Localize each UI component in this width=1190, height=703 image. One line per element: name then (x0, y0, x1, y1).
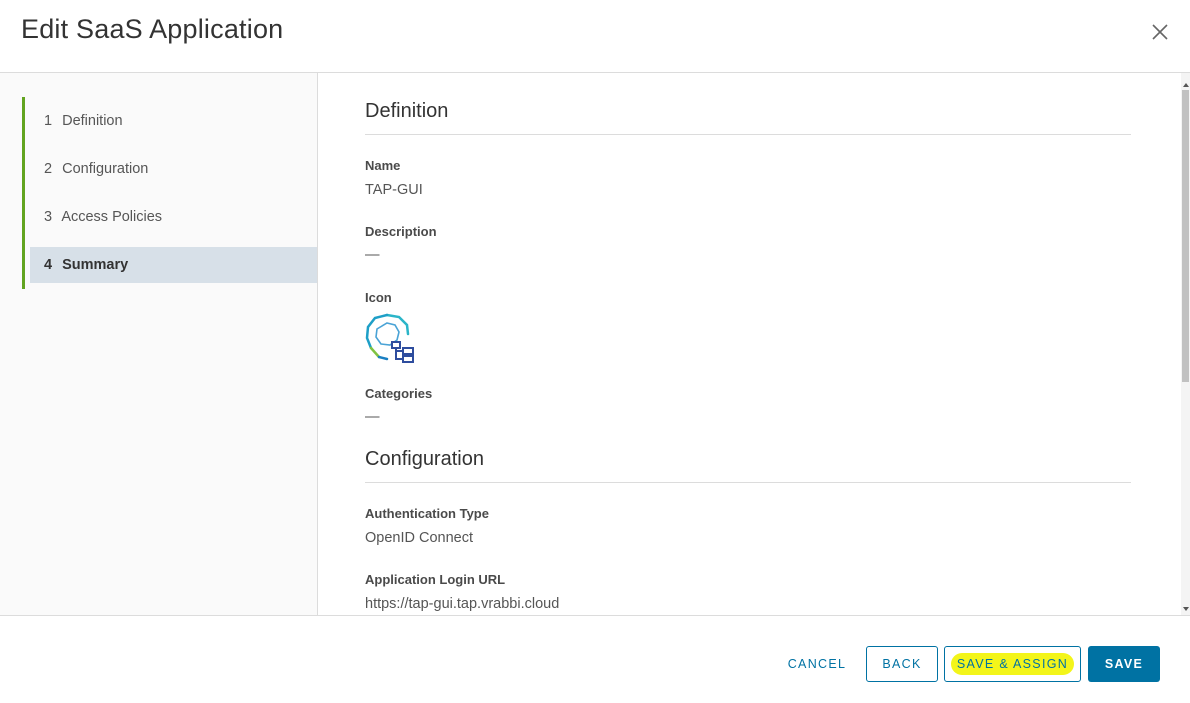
categories-label: Categories (365, 386, 433, 401)
dialog-footer: CANCEL BACK SAVE & ASSIGN SAVE (0, 615, 1190, 703)
auth-type-label: Authentication Type (365, 506, 489, 521)
step-label: Summary (62, 257, 129, 273)
step-access-policies[interactable]: 3 Access Policies (30, 199, 317, 235)
wizard-sidebar: 1 Definition 2 Configuration 3 Access Po… (0, 73, 318, 615)
step-number: 2 (44, 161, 53, 177)
icon-label: Icon (365, 290, 392, 305)
edit-saas-application-dialog: Edit SaaS Application 1 Definition 2 Con… (0, 0, 1190, 703)
step-label: Definition (62, 113, 123, 129)
dialog-title: Edit SaaS Application (21, 14, 284, 44)
scrollbar-thumb[interactable] (1182, 90, 1189, 382)
scroll-up-arrow-icon[interactable] (1182, 76, 1190, 87)
name-label: Name (365, 158, 401, 173)
save-button[interactable]: SAVE (1088, 646, 1160, 682)
categories-value: — (365, 409, 380, 425)
dialog-header: Edit SaaS Application (0, 0, 1190, 73)
description-value: — (365, 247, 380, 263)
section-divider (365, 134, 1131, 135)
section-title-definition: Definition (365, 100, 449, 122)
step-configuration[interactable]: 2 Configuration (30, 151, 317, 187)
step-number: 1 (44, 113, 53, 129)
close-icon[interactable] (1148, 20, 1172, 44)
step-label: Access Policies (61, 209, 163, 225)
save-and-assign-button[interactable]: SAVE & ASSIGN (944, 646, 1081, 682)
section-divider (365, 482, 1131, 483)
login-url-value: https://tap-gui.tap.vrabbi.cloud (365, 596, 560, 612)
name-value: TAP-GUI (365, 182, 423, 198)
login-url-label: Application Login URL (365, 572, 506, 587)
back-button[interactable]: BACK (866, 646, 938, 682)
auth-type-value: OpenID Connect (365, 530, 474, 546)
dialog-body: 1 Definition 2 Configuration 3 Access Po… (0, 73, 1190, 615)
scroll-down-arrow-icon[interactable] (1182, 600, 1190, 611)
step-summary[interactable]: 4 Summary (30, 247, 317, 283)
section-title-configuration: Configuration (365, 448, 484, 470)
step-number: 4 (44, 257, 53, 273)
stepper-rail (22, 97, 25, 289)
save-and-assign-label: SAVE & ASSIGN (950, 653, 1075, 675)
step-definition[interactable]: 1 Definition (30, 103, 317, 139)
cancel-button[interactable]: CANCEL (776, 646, 858, 682)
step-number: 3 (44, 209, 53, 225)
description-label: Description (365, 224, 437, 239)
step-label: Configuration (62, 161, 149, 177)
tanzu-app-icon (365, 312, 417, 364)
summary-content: Definition Name TAP-GUI Description — Ic… (319, 73, 1181, 615)
